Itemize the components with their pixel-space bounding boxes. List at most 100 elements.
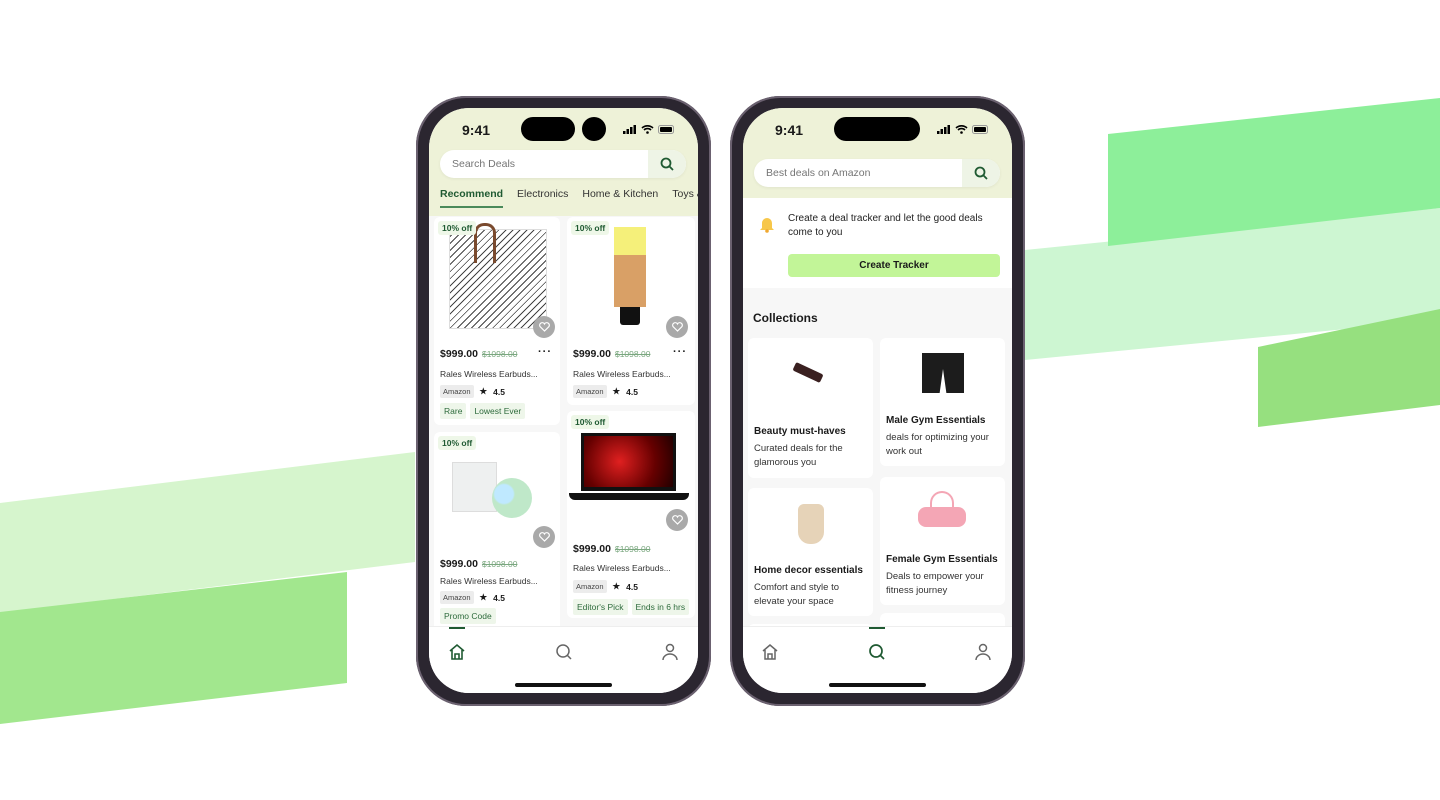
collection-card-home-decor[interactable]: Home decor essentials Comfort and style …	[748, 488, 873, 616]
collection-title: Male Gym Essentials	[886, 415, 986, 426]
heart-icon	[671, 322, 683, 332]
collection-card-male-gym[interactable]: Male Gym Essentials deals for optimizing…	[880, 338, 1005, 466]
home-icon	[762, 644, 778, 660]
wifi-icon	[641, 125, 654, 134]
product-title: Rales Wireless Earbuds...	[440, 576, 538, 586]
more-options-icon[interactable]: ···	[673, 346, 687, 358]
product-title: Rales Wireless Earbuds...	[573, 369, 671, 379]
old-price: $1098.00	[481, 559, 518, 569]
favorite-button[interactable]	[666, 509, 688, 531]
search-icon	[660, 157, 674, 171]
tab-electronics[interactable]: Electronics	[517, 188, 568, 208]
search-input[interactable]	[440, 158, 648, 170]
more-options-icon[interactable]: ···	[538, 346, 552, 358]
tag: Promo Code	[440, 608, 496, 624]
nav-profile[interactable]	[972, 641, 994, 663]
price: $999.00	[573, 348, 611, 360]
search-input[interactable]	[754, 167, 962, 179]
collection-card-female-gym[interactable]: Female Gym Essentials Deals to empower y…	[880, 477, 1005, 605]
background-shapes	[0, 98, 1440, 724]
product-title: Rales Wireless Earbuds...	[440, 369, 538, 379]
product-image-laptop	[581, 433, 676, 491]
search-icon	[556, 644, 572, 660]
product-meta: Amazon ★ 4.5	[440, 591, 505, 604]
product-tags: Rare Lowest Ever	[440, 403, 526, 419]
camera	[582, 117, 606, 141]
favorite-button[interactable]	[533, 316, 555, 338]
nav-home[interactable]	[759, 641, 781, 663]
search-button[interactable]	[962, 159, 1000, 187]
collection-card-beauty[interactable]: Beauty must-haves Curated deals for the …	[748, 338, 873, 478]
home-indicator	[515, 683, 612, 687]
status-icons	[623, 124, 676, 134]
vase-image	[798, 504, 824, 544]
status-time: 9:41	[462, 122, 491, 138]
old-price: $1098.00	[614, 349, 651, 359]
product-card[interactable]: 10% off $999.00 $1098.00 ··· Rales Wirele…	[567, 217, 695, 405]
favorite-button[interactable]	[666, 316, 688, 338]
home-indicator	[829, 683, 926, 687]
dynamic-island	[521, 117, 575, 141]
create-tracker-button[interactable]: Create Tracker	[788, 254, 1000, 277]
search-icon	[974, 166, 988, 180]
star-icon: ★	[612, 581, 621, 591]
tracker-text: Create a deal tracker and let the good d…	[788, 213, 983, 238]
tab-toys[interactable]: Toys &	[672, 188, 698, 208]
active-indicator	[449, 627, 465, 629]
profile-icon	[975, 643, 991, 661]
battery-icon	[658, 124, 674, 134]
bottom-nav	[429, 626, 698, 693]
nav-profile[interactable]	[659, 641, 681, 663]
bag-strap	[930, 491, 954, 511]
status-time: 9:41	[775, 122, 804, 138]
collection-desc: Comfort and style to elevate your space	[754, 582, 840, 607]
product-price: $999.00 $1098.00	[440, 348, 517, 360]
product-tags: Editor's Pick Ends in 6 hrs	[573, 599, 690, 615]
signal-icon	[623, 124, 636, 134]
bottom-nav	[743, 626, 1012, 693]
collection-title: Home decor essentials	[754, 565, 863, 576]
discount-badge: 10% off	[571, 221, 610, 235]
collection-desc: deals for optimizing your work out	[886, 432, 989, 457]
nav-home[interactable]	[446, 641, 468, 663]
tag: Editor's Pick	[573, 599, 628, 615]
tab-recommend[interactable]: Recommend	[440, 188, 504, 208]
old-price: $1098.00	[614, 544, 651, 554]
lipstick-image	[792, 362, 824, 383]
tag: Ends in 6 hrs	[631, 599, 690, 615]
tag: Lowest Ever	[470, 403, 526, 419]
product-card[interactable]: 10% off $999.00 $1098.00 Rales Wireless E…	[567, 411, 695, 618]
category-tabs: Recommend Electronics Home & Kitchen Toy…	[440, 188, 698, 208]
status-icons	[937, 124, 990, 134]
star-icon: ★	[479, 386, 488, 396]
product-image-foundation-tube	[614, 227, 646, 307]
discount-badge: 10% off	[438, 221, 477, 235]
bell-icon	[760, 218, 774, 233]
store-badge: Amazon	[440, 591, 474, 604]
product-card[interactable]: 10% off $999.00 $1098.00 Rales Wireless E…	[434, 432, 560, 632]
old-price: $1098.00	[481, 349, 518, 359]
tab-home-kitchen[interactable]: Home & Kitchen	[582, 188, 658, 208]
heart-icon	[538, 532, 550, 542]
store-badge: Amazon	[573, 580, 607, 593]
search-button[interactable]	[648, 150, 686, 178]
product-title: Rales Wireless Earbuds...	[573, 563, 671, 573]
search-bar[interactable]	[754, 159, 1000, 187]
nav-search[interactable]	[866, 641, 888, 663]
price: $999.00	[440, 348, 478, 360]
store-badge: Amazon	[573, 385, 607, 398]
dynamic-island	[834, 117, 920, 141]
collection-desc: Deals to empower your fitness journey	[886, 571, 984, 596]
favorite-button[interactable]	[533, 526, 555, 548]
search-bar[interactable]	[440, 150, 686, 178]
discount-badge: 10% off	[571, 415, 610, 429]
product-image-pet-ball	[492, 478, 532, 518]
bag-handle	[474, 223, 496, 263]
rating: 4.5	[626, 581, 638, 592]
star-icon: ★	[479, 592, 488, 602]
nav-search[interactable]	[553, 641, 575, 663]
product-price: $999.00 $1098.00	[440, 558, 517, 570]
heart-icon	[671, 515, 683, 525]
product-image-tote-bag	[449, 229, 547, 329]
product-card[interactable]: 10% off $999.00 $1098.00 ··· Rales Wirele…	[434, 217, 560, 425]
